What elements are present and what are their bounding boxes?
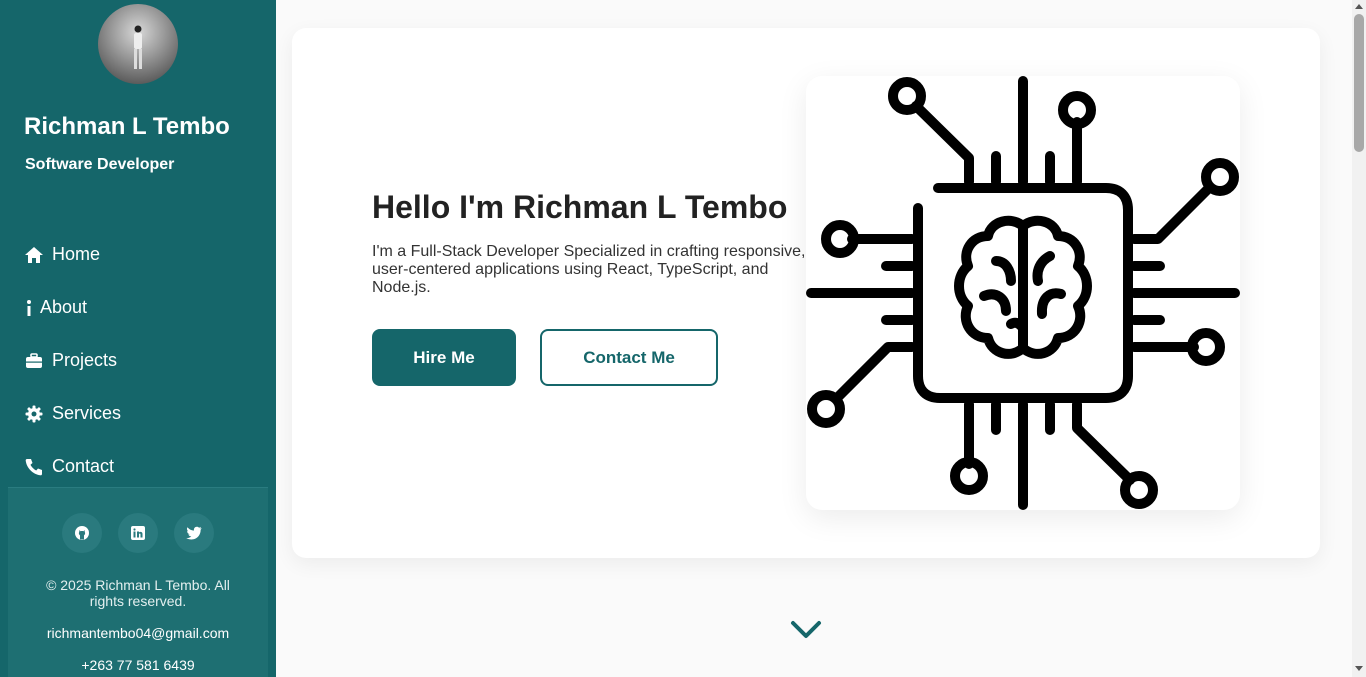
- main-content: Hello I'm Richman L Tembo I'm a Full-Sta…: [276, 0, 1352, 677]
- hero-card: Hello I'm Richman L Tembo I'm a Full-Sta…: [292, 28, 1320, 558]
- sidebar-item-services[interactable]: Services: [24, 387, 121, 440]
- sidebar-item-home[interactable]: Home: [24, 228, 121, 281]
- profile-name: Richman L Tembo: [24, 113, 230, 140]
- twitter-link[interactable]: [174, 513, 214, 553]
- person-silhouette-icon: [134, 25, 142, 69]
- sidebar-item-label: About: [40, 297, 88, 317]
- page-scrollbar[interactable]: [1352, 0, 1366, 677]
- sidebar-footer: © 2025 Richman L Tembo. All rights reser…: [8, 487, 268, 677]
- sidebar-item-contact[interactable]: Contact: [24, 440, 121, 493]
- linkedin-icon: [131, 526, 145, 540]
- briefcase-icon: [24, 351, 44, 371]
- sidebar-item-label: Services: [52, 403, 122, 423]
- social-links: [62, 513, 214, 553]
- github-link[interactable]: [62, 513, 102, 553]
- hire-me-button[interactable]: Hire Me: [372, 329, 516, 386]
- info-icon: [24, 298, 34, 318]
- linkedin-link[interactable]: [118, 513, 158, 553]
- sidebar-item-label: Projects: [52, 350, 118, 370]
- home-icon: [24, 245, 44, 265]
- sidebar-item-about[interactable]: About: [24, 281, 121, 334]
- twitter-icon: [186, 526, 202, 540]
- sidebar-item-label: Contact: [52, 456, 115, 476]
- scroll-down-chevron-icon[interactable]: [790, 619, 822, 641]
- scrollbar-thumb[interactable]: [1354, 14, 1364, 152]
- circuit-brain-icon: [806, 76, 1240, 510]
- github-icon: [75, 526, 89, 540]
- hero-description: I'm a Full-Stack Developer Specialized i…: [372, 243, 806, 296]
- avatar: [98, 4, 178, 84]
- hero-image: [806, 76, 1240, 510]
- sidebar-item-label: Home: [52, 244, 101, 264]
- sidebar: Richman L Tembo Software Developer Home …: [0, 0, 276, 677]
- sidebar-nav: Home About Projects Services Contact: [24, 228, 121, 493]
- phone-icon: [24, 457, 44, 477]
- contact-me-button[interactable]: Contact Me: [540, 329, 718, 386]
- sidebar-item-projects[interactable]: Projects: [24, 334, 121, 387]
- contact-phone[interactable]: +263 77 581 6439: [8, 657, 268, 673]
- gear-icon: [24, 404, 44, 424]
- profile-role: Software Developer: [25, 156, 175, 173]
- contact-email[interactable]: richmantembo04@gmail.com: [8, 625, 268, 641]
- scroll-down-arrow-icon[interactable]: [1355, 666, 1363, 671]
- scroll-up-arrow-icon[interactable]: [1355, 4, 1363, 9]
- copyright-text: © 2025 Richman L Tembo. All rights reser…: [46, 577, 230, 609]
- hero-title: Hello I'm Richman L Tembo: [372, 189, 788, 225]
